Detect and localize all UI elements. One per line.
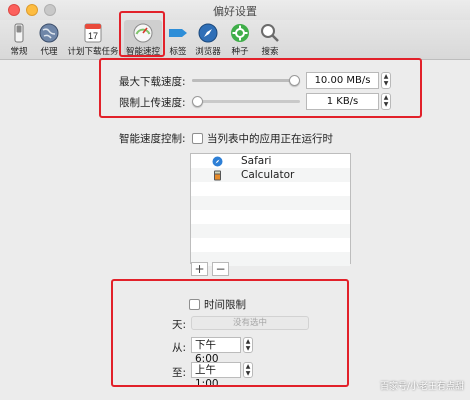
- smart-speed-pane: 最大下载速度: 10.00 MB/s ▲ ▼ 限制上传速度: 1 KB/s ▲ ▼ …: [0, 58, 470, 400]
- add-app-button[interactable]: +: [191, 262, 208, 276]
- calculator-icon: [214, 170, 221, 181]
- globe-icon: [39, 23, 59, 43]
- tab-tags-label: 标签: [169, 47, 187, 57]
- list-item[interactable]: Safari: [191, 155, 350, 169]
- tab-browser-label: 浏览器: [195, 47, 221, 57]
- highlight-box-schedule: [111, 279, 349, 387]
- tab-general-label: 常规: [10, 47, 28, 57]
- tab-torrents-label: 种子: [231, 47, 249, 57]
- tab-general[interactable]: 常规: [4, 20, 34, 60]
- preferences-toolbar: 常规 代理 17 计划下载任务 智能速控 标签 浏览器 种子 搜索: [0, 20, 470, 60]
- title-bar: 偏好设置: [0, 0, 470, 20]
- safari-icon: [212, 156, 223, 167]
- highlight-box-speed: [99, 58, 422, 118]
- tab-proxy[interactable]: 代理: [36, 20, 62, 60]
- magnifier-icon: [261, 24, 279, 42]
- app-name: Calculator: [241, 169, 295, 181]
- smart-control-label: 智能速度控制:: [119, 133, 186, 145]
- tab-search[interactable]: 搜索: [256, 20, 284, 60]
- compass-icon: [198, 23, 218, 43]
- switch-icon: [14, 23, 24, 43]
- tab-tags[interactable]: 标签: [164, 20, 192, 60]
- calendar-badge: 17: [88, 31, 98, 41]
- watermark: 百家号/小老王有点甜: [379, 382, 464, 392]
- app-name: Safari: [241, 155, 272, 167]
- highlight-box-toolbar: [119, 11, 165, 57]
- tab-search-label: 搜索: [261, 47, 279, 57]
- tab-proxy-label: 代理: [40, 47, 58, 57]
- tab-torrents[interactable]: 种子: [226, 20, 254, 60]
- smart-control-checkbox-label: 当列表中的应用正在运行时: [207, 133, 333, 145]
- calendar-icon: 17: [84, 23, 102, 43]
- window-title: 偏好设置: [213, 5, 257, 18]
- smart-control-option[interactable]: 当列表中的应用正在运行时: [192, 131, 333, 146]
- smart-control-checkbox[interactable]: [192, 133, 203, 144]
- tag-icon: [169, 29, 187, 37]
- tab-scheduled-downloads-label: 计划下载任务: [67, 47, 119, 57]
- list-item[interactable]: Calculator: [191, 169, 350, 183]
- tab-scheduled-downloads[interactable]: 17 计划下载任务: [64, 20, 122, 60]
- tab-browser[interactable]: 浏览器: [192, 20, 224, 60]
- remove-app-button[interactable]: −: [212, 262, 229, 276]
- app-list[interactable]: Safari Calculator: [190, 153, 351, 266]
- gear-icon: [231, 24, 249, 42]
